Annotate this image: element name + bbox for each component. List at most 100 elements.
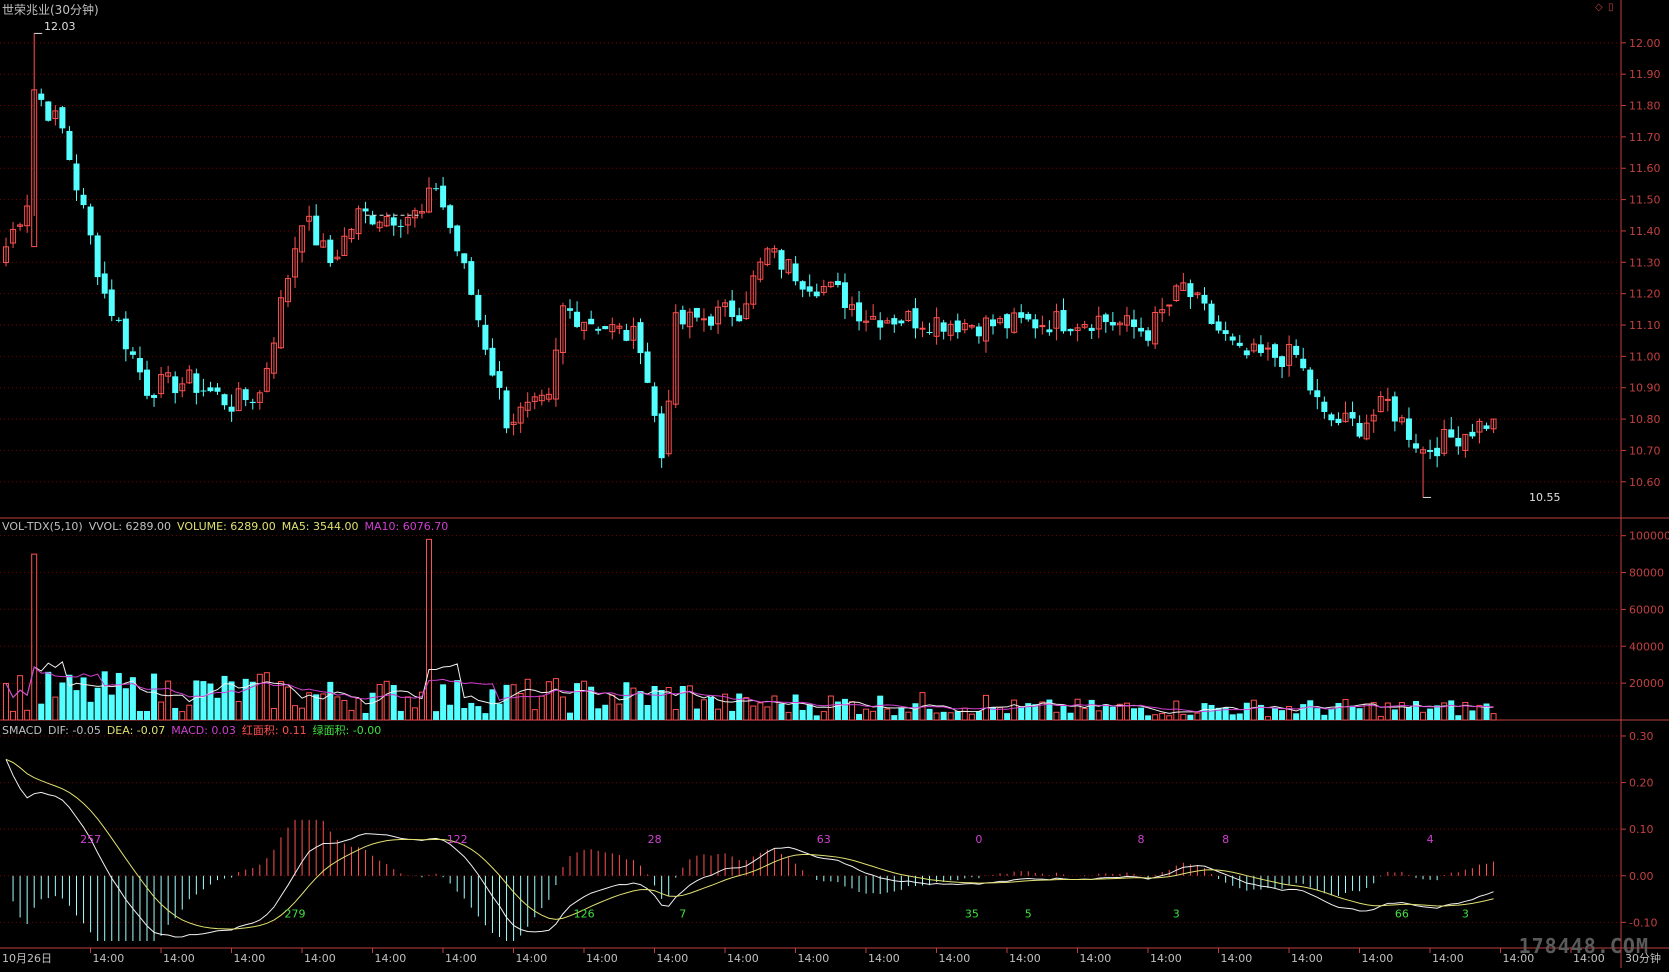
- candle-body-down: [1215, 321, 1222, 331]
- volume-bar-down: [1413, 700, 1419, 720]
- volume-bar-down: [1131, 708, 1137, 720]
- candle-body-down: [926, 332, 933, 334]
- candle-body-down: [679, 309, 686, 325]
- volume-bar-up: [538, 695, 545, 721]
- candle-body-down: [813, 291, 820, 297]
- candle-body-down: [59, 107, 66, 129]
- chart-canvas[interactable]: 12.00 11.90 11.80 11.70 11.60 11.50 11.40 11.30…: [0, 0, 1669, 968]
- candle-body-down: [503, 390, 510, 429]
- candle-body-down: [1138, 327, 1145, 332]
- volume-bar-down: [207, 683, 214, 720]
- time-label-8: 14:00: [586, 952, 618, 965]
- stock-chart[interactable]: 12.00 11.90 11.80 11.70 11.60 11.50 11.40 11.30…: [0, 0, 1669, 968]
- macd-area-label-6: 63: [817, 833, 831, 846]
- candle-body-down: [66, 130, 73, 161]
- volume-bar-down: [193, 680, 200, 720]
- candle-body-down: [792, 263, 799, 282]
- time-label-15: 14:00: [1080, 952, 1112, 965]
- volume-bar-down: [327, 681, 334, 720]
- volume-bar-up: [672, 709, 679, 721]
- volume-bar-down: [66, 674, 73, 720]
- candle-body-down: [45, 101, 52, 121]
- candle-body-down: [1321, 401, 1328, 412]
- candle-body-down: [228, 406, 235, 412]
- volume-bar-up: [411, 707, 418, 721]
- volume-bar-up: [341, 699, 348, 721]
- volume-bar-up: [3, 683, 9, 721]
- candle-body-down: [362, 208, 369, 212]
- macd-area-label-14: 4: [1427, 833, 1434, 846]
- candle-body-down: [1405, 418, 1412, 440]
- volume-bar-up: [552, 678, 559, 721]
- volume-bar-up: [961, 707, 968, 721]
- volume-bar-down: [390, 685, 397, 720]
- candle-body-down: [461, 253, 468, 264]
- volume-bar-up: [292, 705, 299, 721]
- volume-bar-down: [38, 703, 45, 720]
- candle-body-down: [440, 185, 447, 208]
- macd-dif-line: [5, 759, 1494, 938]
- volume-bar-up: [179, 711, 186, 721]
- candle-body-down: [595, 328, 602, 331]
- candle-body-down: [489, 347, 496, 376]
- volume-bar-up: [31, 553, 38, 721]
- macd-area-label-3: 126: [574, 908, 595, 921]
- candle-body-up: [1264, 347, 1271, 350]
- volume-bar-up: [348, 709, 355, 721]
- candle-body-down: [1229, 336, 1236, 341]
- volume-bar-up: [158, 701, 165, 721]
- candle-body-down: [447, 205, 454, 228]
- candle-body-down: [1201, 294, 1208, 304]
- close-icon[interactable]: ▯: [1608, 2, 1614, 13]
- volume-bar-down: [1293, 713, 1300, 720]
- price-tick-label-5: 11.50: [1629, 194, 1661, 207]
- volume-bar-up: [933, 712, 940, 721]
- volume-tick-label-3: 40000: [1629, 640, 1664, 653]
- candle-body-down: [1025, 313, 1032, 320]
- candle-body-down: [1448, 429, 1455, 438]
- volume-bar-down: [440, 684, 447, 720]
- volume-bar-up: [404, 696, 411, 721]
- volume-bar-up: [186, 704, 193, 721]
- volume-bar-up: [383, 680, 390, 721]
- vol-indicator-name: VOL-TDX(5,10): [2, 520, 83, 533]
- volume-bar-up: [517, 693, 524, 721]
- candle-body-down: [369, 215, 376, 225]
- volume-bar-up: [1384, 702, 1391, 721]
- volume-bar-up: [764, 706, 771, 721]
- candle-body-up: [919, 327, 926, 330]
- candle-body-down: [954, 320, 961, 333]
- volume-bar-up: [256, 673, 263, 721]
- candle-body-down: [856, 302, 863, 322]
- volume-bar-down: [729, 710, 736, 720]
- volume-bar-down: [877, 695, 884, 720]
- volume-bar-up: [24, 709, 31, 721]
- candle-body-down: [841, 282, 848, 309]
- candle-body-down: [940, 322, 947, 332]
- volume-bar-down: [1455, 715, 1462, 720]
- volume-bar-up: [299, 707, 306, 721]
- candle-body-down: [207, 387, 214, 392]
- candle-body-down: [1088, 327, 1095, 331]
- volume-bar-down: [115, 672, 122, 720]
- candle-body-down: [693, 307, 700, 318]
- volume-bar-down: [482, 713, 489, 720]
- volume-bar-down: [1109, 706, 1116, 720]
- candle-body-down: [1257, 344, 1264, 353]
- macd-area-label-5: 7: [679, 908, 686, 921]
- time-label-17: 14:00: [1221, 952, 1253, 965]
- volume-bar-up: [827, 695, 834, 721]
- candle-body-down: [73, 163, 80, 191]
- candle-body-down: [1307, 369, 1314, 391]
- candle-body-down: [115, 319, 122, 321]
- restore-icon[interactable]: ◇: [1595, 2, 1603, 13]
- volume-bar-down: [151, 673, 158, 720]
- volume-bar-down: [122, 688, 129, 720]
- volume-bar-down: [397, 710, 404, 720]
- macd-tick-label-2: 0.10: [1629, 823, 1654, 836]
- volume-bar-down: [172, 707, 179, 720]
- volume-bar-up: [968, 713, 975, 721]
- volume-bar-down: [1004, 713, 1011, 720]
- volume-bar-down: [1448, 700, 1455, 720]
- volume-bar-up: [285, 686, 291, 721]
